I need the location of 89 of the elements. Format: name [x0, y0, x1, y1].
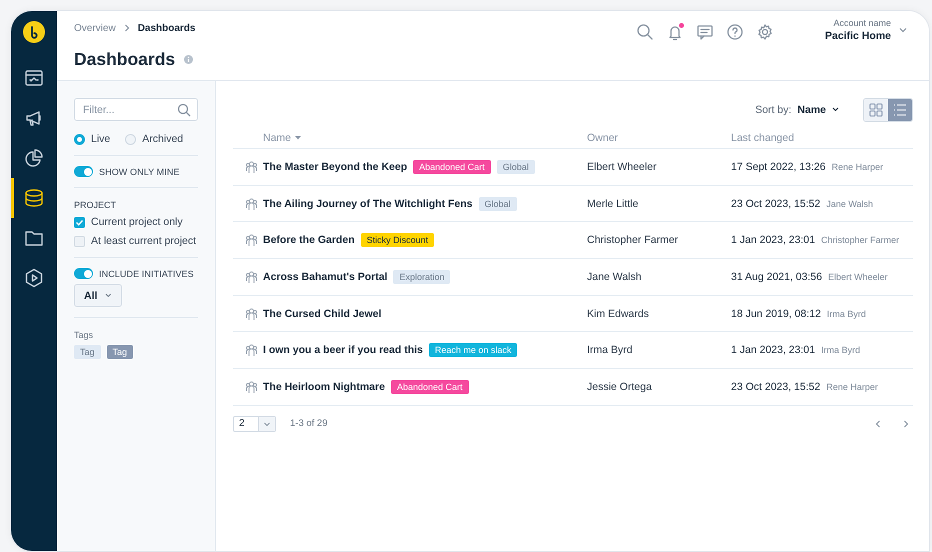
table-cell-text: Merle Little	[587, 198, 640, 210]
checkbox[interactable]	[74, 216, 85, 228]
page-title: Dashboards	[74, 49, 176, 70]
table-cell-text: Irma Byrd	[587, 344, 634, 356]
editor-name: Rene Harper	[832, 162, 884, 172]
chevron-left-icon	[875, 420, 881, 428]
search-button[interactable]	[635, 22, 656, 42]
checkbox-label: Current project only	[91, 216, 183, 228]
breadcrumb-link[interactable]: Dashboards	[138, 22, 196, 34]
list-icon	[893, 102, 907, 116]
table-cell: 31 Aug 2021, 03:56	[731, 270, 822, 283]
initiatives-select[interactable]: All	[74, 284, 122, 307]
info-icon[interactable]	[184, 55, 194, 64]
toggle-switch[interactable]	[74, 268, 93, 279]
toggle-label: SHOW ONLY MINE	[99, 166, 180, 176]
radio-button[interactable]	[125, 134, 136, 144]
dashboard-name[interactable]: I own you a beer if you read this	[263, 344, 423, 356]
checkbox-label: At least current project	[91, 235, 196, 247]
caret-icon	[832, 107, 839, 112]
people-icon	[245, 160, 258, 174]
search-icon	[635, 22, 656, 42]
table-cell-text: Jessie Ortega	[587, 380, 653, 393]
help-icon	[725, 22, 746, 42]
editor-name: Christopher Farmer	[821, 235, 900, 246]
dashboard-name[interactable]: The Cursed Child Jewel	[263, 308, 382, 320]
table-cell-text: Elbert Wheeler	[587, 160, 658, 173]
tag-label: Abandoned Cart	[390, 380, 468, 394]
grid-view-button[interactable]	[864, 98, 888, 120]
table-cell: 17 Sept 2022, 13:26	[731, 160, 826, 173]
editor-name: Irma Byrd	[826, 308, 866, 319]
radio-label: Archived	[142, 133, 184, 145]
dashboard-name[interactable]: Before the Garden	[263, 234, 355, 246]
play-icon	[24, 268, 44, 288]
tag-label: Global	[478, 196, 517, 211]
radio-label: Live	[91, 133, 110, 145]
section-heading: PROJECT	[74, 200, 118, 210]
tag-label: Sticky Discount	[360, 233, 434, 248]
check-icon	[75, 218, 84, 226]
editor-name: Elbert Wheeler	[828, 272, 888, 282]
tag-label: Abandoned Cart	[413, 160, 491, 174]
table-cell-text: Kim Edwards	[587, 308, 650, 320]
table-cell: 1 Jan 2023, 23:01	[731, 344, 816, 356]
page-size-select[interactable]: 2	[233, 416, 276, 432]
list-view-button[interactable]	[888, 98, 912, 120]
breadcrumb-link[interactable]: Overview	[74, 22, 116, 34]
tag-label: Reach me on slack	[428, 343, 518, 358]
dashboard-name[interactable]: The Heirloom Nightmare	[263, 380, 385, 393]
table-cell: 23 Oct 2023, 15:52	[731, 198, 820, 210]
editor-name: Rene Harper	[826, 382, 878, 392]
tag-label: Global	[496, 160, 535, 174]
toggle-switch[interactable]	[74, 166, 93, 177]
table-cell: 23 Oct 2023, 15:52	[731, 380, 820, 393]
sort-dropdown[interactable]: Sort by: Name	[755, 104, 839, 116]
database-icon	[24, 188, 44, 208]
people-icon	[245, 380, 258, 394]
table-cell: 1 Jan 2023, 23:01	[731, 234, 816, 246]
dashboard-name[interactable]: Across Bahamut's Portal	[263, 270, 388, 283]
grid-icon	[869, 102, 883, 116]
caret-icon	[899, 27, 907, 33]
page-range: 1-3 of 29	[290, 418, 328, 430]
tag-label: Exploration	[393, 270, 450, 284]
section-heading: Tags	[74, 330, 94, 340]
sort-caret-icon	[295, 136, 302, 140]
chevron-right-icon	[124, 24, 130, 32]
radio-button[interactable]	[74, 134, 85, 144]
people-icon	[245, 270, 258, 284]
toggle-label: INCLUDE INITIATIVES	[99, 268, 194, 278]
editor-name: Jane Walsh	[826, 198, 874, 209]
pie-chart-icon	[24, 148, 44, 168]
table-cell: 18 Jun 2019, 08:12	[731, 308, 821, 320]
people-icon	[245, 306, 258, 321]
chevron-right-icon	[903, 420, 909, 428]
editor-name: Irma Byrd	[821, 345, 860, 356]
tag-chip[interactable]: Tag	[74, 345, 101, 359]
filter-field[interactable]: Filter...	[74, 98, 198, 121]
dashboard-name[interactable]: The Ailing Journey of The Witchlight Fens	[263, 198, 473, 210]
caret-icon	[105, 293, 112, 298]
dashboard-icon	[24, 68, 44, 88]
caret-icon	[258, 416, 275, 431]
help-button[interactable]	[725, 22, 746, 42]
logo-icon[interactable]	[23, 21, 45, 43]
account-menu[interactable]: Account name Pacific Home	[825, 18, 907, 42]
people-icon	[245, 343, 258, 358]
people-icon	[245, 233, 258, 248]
dashboard-name[interactable]: The Master Beyond the Keep	[263, 160, 408, 173]
search-icon	[177, 102, 191, 116]
people-icon	[245, 196, 258, 211]
table-cell-text: Christopher Farmer	[587, 234, 680, 246]
table-cell-text: Jane Walsh	[587, 270, 642, 283]
